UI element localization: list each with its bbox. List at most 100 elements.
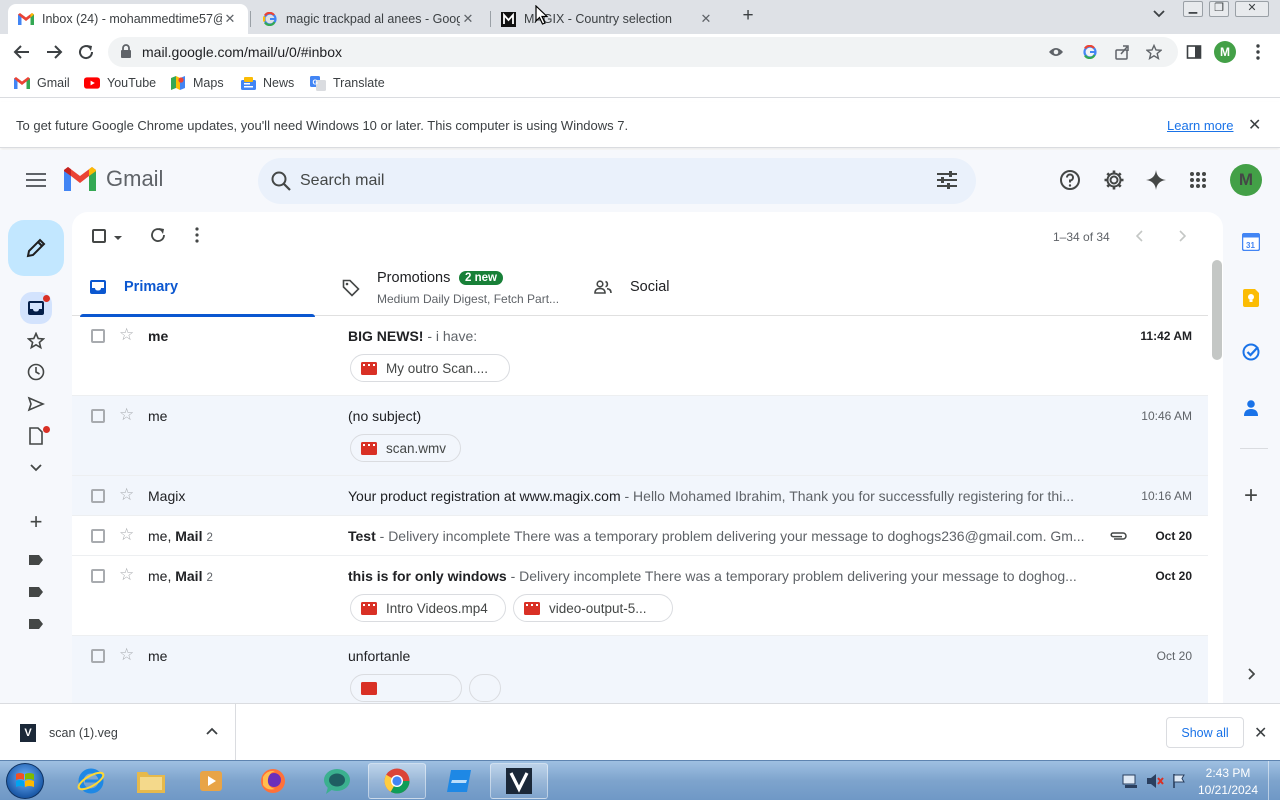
- start-button[interactable]: [6, 763, 44, 799]
- close-icon[interactable]: ✕: [1248, 115, 1261, 135]
- share-icon[interactable]: [1112, 42, 1132, 62]
- close-icon[interactable]: ✕: [698, 11, 714, 27]
- tasks-icon[interactable]: [1241, 342, 1261, 362]
- taskbar-media-player[interactable]: [182, 763, 240, 799]
- chevron-down-icon[interactable]: [113, 229, 123, 245]
- select-all-checkbox[interactable]: [92, 229, 106, 243]
- taskbar-internet-explorer[interactable]: [62, 763, 120, 799]
- show-desktop-button[interactable]: [1268, 761, 1280, 800]
- star-icon[interactable]: ☆: [119, 526, 134, 543]
- nav-label-1[interactable]: [24, 548, 48, 572]
- refresh-icon[interactable]: [149, 226, 167, 247]
- clock-date[interactable]: 10/21/2024: [1194, 783, 1262, 797]
- window-close-icon[interactable]: ✕: [1235, 1, 1269, 17]
- nav-drafts[interactable]: [24, 424, 50, 448]
- clock-time[interactable]: 2:43 PM: [1198, 766, 1258, 780]
- settings-gear-icon[interactable]: [1102, 168, 1126, 192]
- tab-social[interactable]: Social: [576, 260, 828, 316]
- add-addon-icon[interactable]: +: [1241, 482, 1261, 509]
- minimize-icon[interactable]: ▁: [1183, 1, 1203, 17]
- attachment-chip[interactable]: My outro Scan....: [350, 354, 510, 382]
- star-icon[interactable]: ☆: [119, 646, 134, 663]
- bookmark-maps[interactable]: Maps: [170, 76, 224, 90]
- scrollbar-thumb[interactable]: [1212, 260, 1222, 360]
- download-item[interactable]: V scan (1).veg: [0, 704, 236, 761]
- nav-label-3[interactable]: [24, 612, 48, 636]
- new-tab-button[interactable]: +: [738, 6, 758, 26]
- email-row[interactable]: ☆ me, Mail 2 Test - Delivery incomplete T…: [72, 516, 1208, 556]
- search-input[interactable]: [300, 166, 900, 196]
- bookmark-translate[interactable]: G Translate: [310, 75, 385, 91]
- close-icon[interactable]: ✕: [222, 11, 238, 27]
- show-all-button[interactable]: Show all: [1166, 717, 1244, 748]
- bookmark-news[interactable]: News: [240, 76, 294, 90]
- search-icon[interactable]: [270, 170, 292, 195]
- row-checkbox[interactable]: [91, 649, 105, 663]
- side-panel-icon[interactable]: [1182, 40, 1206, 64]
- back-arrow-icon[interactable]: [10, 40, 34, 64]
- close-icon[interactable]: ✕: [460, 11, 476, 27]
- chevron-left-icon[interactable]: [1135, 229, 1144, 245]
- hamburger-menu-icon[interactable]: [24, 170, 48, 190]
- help-icon[interactable]: [1058, 168, 1082, 192]
- network-icon[interactable]: [1122, 773, 1138, 792]
- star-icon[interactable]: ☆: [119, 406, 134, 423]
- more-attachments-chip[interactable]: [469, 674, 501, 702]
- row-checkbox[interactable]: [91, 329, 105, 343]
- account-avatar[interactable]: M: [1230, 164, 1262, 196]
- chevron-right-icon[interactable]: [1241, 664, 1261, 684]
- tab-promotions[interactable]: Promotions Medium Daily Digest, Fetch Pa…: [324, 260, 576, 316]
- star-icon[interactable]: ☆: [119, 326, 134, 343]
- chevron-down-icon[interactable]: [1152, 8, 1166, 22]
- bookmark-gmail[interactable]: Gmail: [14, 76, 70, 90]
- nav-more[interactable]: [24, 456, 48, 480]
- tab-gmail-inbox[interactable]: Inbox (24) - mohammedtime57@ ✕: [8, 4, 248, 34]
- forward-arrow-icon[interactable]: [42, 40, 66, 64]
- keep-icon[interactable]: [1241, 288, 1261, 308]
- chevron-right-icon[interactable]: [1178, 229, 1187, 245]
- taskbar-app-blue[interactable]: [430, 763, 488, 799]
- email-row[interactable]: ☆ me (no subject) 10:46 AM scan.wmv: [72, 396, 1208, 476]
- nav-sent[interactable]: [24, 392, 48, 416]
- add-label-icon[interactable]: +: [24, 509, 48, 534]
- restore-icon[interactable]: ❐: [1209, 1, 1229, 17]
- nav-snoozed[interactable]: [24, 360, 48, 384]
- eye-icon[interactable]: [1046, 42, 1066, 62]
- gemini-sparkle-icon[interactable]: [1144, 168, 1168, 192]
- taskbar-firefox[interactable]: [244, 763, 302, 799]
- compose-button[interactable]: [8, 220, 64, 276]
- profile-avatar[interactable]: M: [1214, 41, 1236, 63]
- tab-primary[interactable]: Primary: [72, 260, 324, 317]
- google-lens-icon[interactable]: [1080, 42, 1100, 62]
- attachment-chip[interactable]: video-output-5...: [513, 594, 673, 622]
- row-checkbox[interactable]: [91, 529, 105, 543]
- nav-inbox[interactable]: [20, 292, 52, 324]
- taskbar-file-explorer[interactable]: [122, 763, 180, 799]
- calendar-icon[interactable]: 31: [1241, 232, 1261, 252]
- row-checkbox[interactable]: [91, 489, 105, 503]
- action-center-flag-icon[interactable]: [1172, 773, 1186, 792]
- attachment-chip[interactable]: scan.wmv: [350, 434, 461, 462]
- email-row[interactable]: ☆ Magix Your product registration at www…: [72, 476, 1208, 516]
- row-checkbox[interactable]: [91, 409, 105, 423]
- kebab-menu-icon[interactable]: [1246, 40, 1270, 64]
- row-checkbox[interactable]: [91, 569, 105, 583]
- close-icon[interactable]: ✕: [1254, 723, 1267, 743]
- bookmark-star-icon[interactable]: [1144, 42, 1164, 62]
- taskbar-app-green[interactable]: [308, 763, 366, 799]
- attachment-chip[interactable]: [350, 674, 462, 702]
- bookmark-youtube[interactable]: YouTube: [84, 76, 156, 90]
- reload-icon[interactable]: [74, 40, 98, 64]
- tab-google-search[interactable]: magic trackpad al anees - Google ✕: [252, 4, 486, 34]
- email-row[interactable]: ☆ me, Mail 2 this is for only windows - D…: [72, 556, 1208, 636]
- learn-more-link[interactable]: Learn more: [1167, 118, 1233, 133]
- chevron-up-icon[interactable]: [206, 724, 218, 738]
- search-bar[interactable]: [258, 158, 976, 204]
- contacts-icon[interactable]: [1241, 398, 1261, 418]
- attachment-chip[interactable]: Intro Videos.mp4: [350, 594, 506, 622]
- nav-label-2[interactable]: [24, 580, 48, 604]
- volume-muted-icon[interactable]: [1146, 773, 1164, 792]
- taskbar-vegas[interactable]: [490, 763, 548, 799]
- star-icon[interactable]: ☆: [119, 486, 134, 503]
- tab-magix[interactable]: MAGIX - Country selection ✕: [490, 4, 724, 34]
